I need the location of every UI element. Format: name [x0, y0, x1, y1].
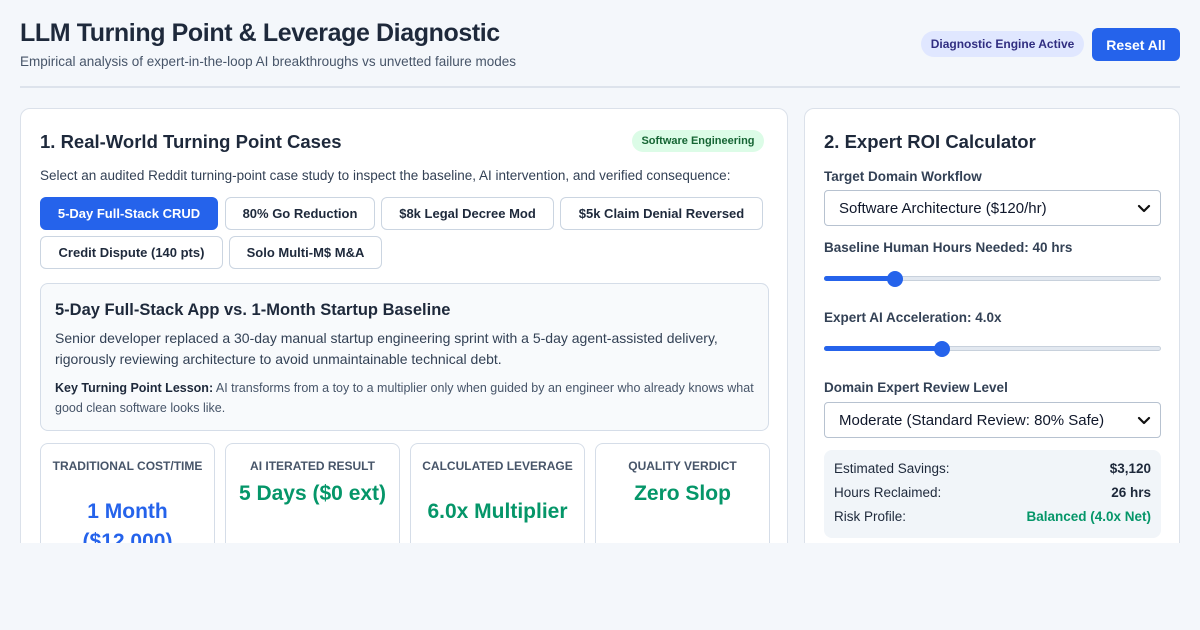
metric-leverage: Calculated Leverage 6.0x Multiplier — [410, 443, 585, 543]
page-title: LLM Turning Point & Leverage Diagnostic — [20, 19, 500, 47]
app-viewport: LLM Turning Point & Leverage Diagnostic … — [0, 0, 1200, 543]
case-title: 5-Day Full-Stack App vs. 1-Month Startup… — [55, 301, 451, 319]
slider-fill — [824, 346, 942, 351]
case-button-solo-ma[interactable]: Solo Multi-M$ M&A — [229, 236, 382, 269]
review-level-label: Domain Expert Review Level — [824, 380, 1008, 395]
metric-label: Calculated Leverage — [422, 459, 573, 473]
metric-label: Quality Verdict — [628, 459, 737, 473]
domain-badge: Software Engineering — [632, 130, 764, 152]
metric-label: AI Iterated Result — [250, 459, 375, 473]
roi-panel-title: 2. Expert ROI Calculator — [824, 131, 1036, 152]
page-header: LLM Turning Point & Leverage Diagnostic … — [20, 0, 1180, 88]
metric-value: Zero Slop — [634, 482, 731, 505]
summary-key: Estimated Savings: — [834, 461, 950, 476]
review-level-value: Moderate (Standard Review: 80% Safe) — [839, 412, 1105, 429]
domain-workflow-value: Software Architecture ($120/hr) — [839, 200, 1047, 217]
slider-thumb[interactable] — [933, 341, 950, 357]
case-button-claim-denial[interactable]: $5k Claim Denial Reversed — [560, 197, 763, 230]
summary-value: 26 hrs — [1111, 485, 1151, 500]
metric-quality: Quality Verdict Zero Slop — [595, 443, 770, 543]
domain-workflow-label: Target Domain Workflow — [824, 169, 982, 184]
slider-thumb[interactable] — [886, 271, 903, 287]
baseline-hours-slider[interactable] — [824, 270, 1161, 288]
metric-value: 6.0x Multiplier — [427, 500, 568, 523]
summary-key: Hours Reclaimed: — [834, 485, 942, 500]
case-button-credit-dispute[interactable]: Credit Dispute (140 pts) — [40, 236, 223, 269]
roi-calculator-panel: 2. Expert ROI Calculator Target Domain W… — [804, 108, 1180, 543]
metric-label: Traditional Cost/Time — [52, 459, 203, 473]
cases-panel-title: 1. Real-World Turning Point Cases — [40, 131, 342, 152]
case-button-go-reduction[interactable]: 80% Go Reduction — [225, 197, 375, 230]
summary-savings-row: Estimated Savings: $3,120 — [834, 461, 1151, 481]
baseline-hours-label: Baseline Human Hours Needed: 40 hrs — [824, 240, 1073, 255]
summary-value: Balanced (4.0x Net) — [1026, 509, 1151, 524]
case-button-legal-decree[interactable]: $8k Legal Decree Mod — [381, 197, 554, 230]
case-lesson: Key Turning Point Lesson: AI transforms … — [55, 378, 755, 418]
slider-fill — [824, 276, 895, 281]
summary-key: Risk Profile: — [834, 509, 907, 524]
lesson-label: Key Turning Point Lesson: — [55, 381, 214, 395]
case-button-full-stack-crud[interactable]: 5-Day Full-Stack CRUD — [40, 197, 218, 230]
acceleration-slider[interactable] — [824, 340, 1161, 358]
roi-summary: Estimated Savings: $3,120 Hours Reclaime… — [824, 450, 1161, 538]
review-level-select[interactable]: Moderate (Standard Review: 80% Safe) — [824, 402, 1161, 438]
acceleration-label: Expert AI Acceleration: 4.0x — [824, 310, 1002, 325]
case-detail-box: 5-Day Full-Stack App vs. 1-Month Startup… — [40, 283, 769, 431]
chevron-down-icon — [1137, 416, 1151, 425]
cases-instructions: Select an audited Reddit turning-point c… — [40, 168, 731, 183]
summary-value: $3,120 — [1109, 461, 1151, 476]
metric-value: 1 Month ($12,000) — [82, 500, 173, 543]
summary-risk-row: Risk Profile: Balanced (4.0x Net) — [834, 509, 1151, 529]
chevron-down-icon — [1137, 204, 1151, 213]
metric-traditional: Traditional Cost/Time 1 Month ($12,000) — [40, 443, 215, 543]
case-description: Senior developer replaced a 30-day manua… — [55, 330, 718, 367]
domain-workflow-select[interactable]: Software Architecture ($120/hr) — [824, 190, 1161, 226]
metric-value: 5 Days ($0 ext) — [238, 482, 387, 505]
page-subtitle: Empirical analysis of expert-in-the-loop… — [20, 54, 516, 69]
turning-point-cases-panel: 1. Real-World Turning Point Cases Softwa… — [20, 108, 788, 543]
summary-hours-row: Hours Reclaimed: 26 hrs — [834, 485, 1151, 505]
metric-ai-result: AI Iterated Result 5 Days ($0 ext) — [225, 443, 400, 543]
engine-status-badge: Diagnostic Engine Active — [921, 31, 1084, 57]
reset-all-button[interactable]: Reset All — [1092, 28, 1180, 61]
